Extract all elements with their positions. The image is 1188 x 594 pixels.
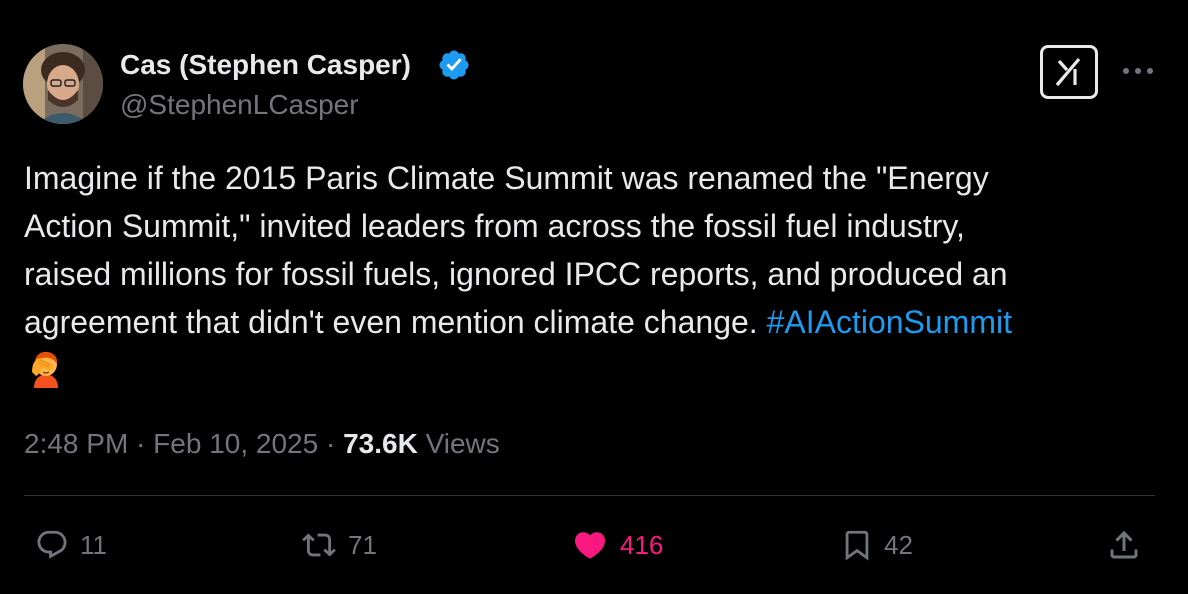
- grok-icon: [1055, 57, 1081, 87]
- facepalm-emoji-icon: [32, 351, 58, 388]
- views-label[interactable]: Views: [426, 428, 500, 459]
- separator: ·: [128, 428, 154, 459]
- author-name[interactable]: Cas (Stephen Casper): [120, 48, 411, 82]
- like-count: 416: [620, 529, 664, 560]
- like-button[interactable]: 416: [570, 525, 663, 565]
- tweet-text-segment: agreement that didn't even mention clima…: [24, 304, 767, 340]
- tweet-text-line: raised millions for fossil fuels, ignore…: [24, 256, 1008, 292]
- author-handle[interactable]: @StephenLCasper: [120, 88, 359, 122]
- tweet-text-line: Imagine if the 2015 Paris Climate Summit…: [24, 160, 989, 196]
- share-button[interactable]: [1106, 525, 1142, 565]
- more-icon: [1123, 68, 1153, 74]
- bookmark-button[interactable]: 42: [840, 525, 913, 565]
- tweet-date[interactable]: Feb 10, 2025: [153, 428, 318, 459]
- tweet-text: Imagine if the 2015 Paris Climate Summit…: [24, 154, 1164, 346]
- repost-icon: [302, 533, 336, 557]
- tweet-text-line: Action Summit," invited leaders from acr…: [24, 208, 965, 244]
- like-icon: [574, 532, 606, 559]
- tweet-time[interactable]: 2:48 PM: [24, 428, 128, 459]
- hashtag-link[interactable]: #AIActionSummit: [767, 304, 1012, 340]
- share-icon: [1110, 530, 1138, 559]
- repost-count: 71: [348, 529, 377, 560]
- reply-icon: [37, 530, 67, 559]
- bookmark-icon: [845, 530, 869, 561]
- repost-button[interactable]: 71: [300, 525, 377, 565]
- separator: ·: [318, 428, 344, 459]
- verified-badge-icon: [439, 50, 469, 80]
- tweet-card: Cas (Stephen Casper) @StephenLCasper Ima…: [0, 0, 1188, 594]
- divider: [24, 495, 1155, 496]
- tweet-metadata: 2:48 PM · Feb 10, 2025 · 73.6K Views: [24, 424, 500, 464]
- reply-button[interactable]: 11: [34, 525, 107, 565]
- bookmark-count: 42: [884, 529, 913, 560]
- more-button[interactable]: [1118, 56, 1158, 86]
- views-count[interactable]: 73.6K: [343, 428, 418, 459]
- reply-count: 11: [80, 529, 107, 560]
- tweet-text-line: agreement that didn't even mention clima…: [24, 298, 1164, 346]
- grok-button[interactable]: [1040, 45, 1098, 99]
- avatar[interactable]: [23, 44, 103, 124]
